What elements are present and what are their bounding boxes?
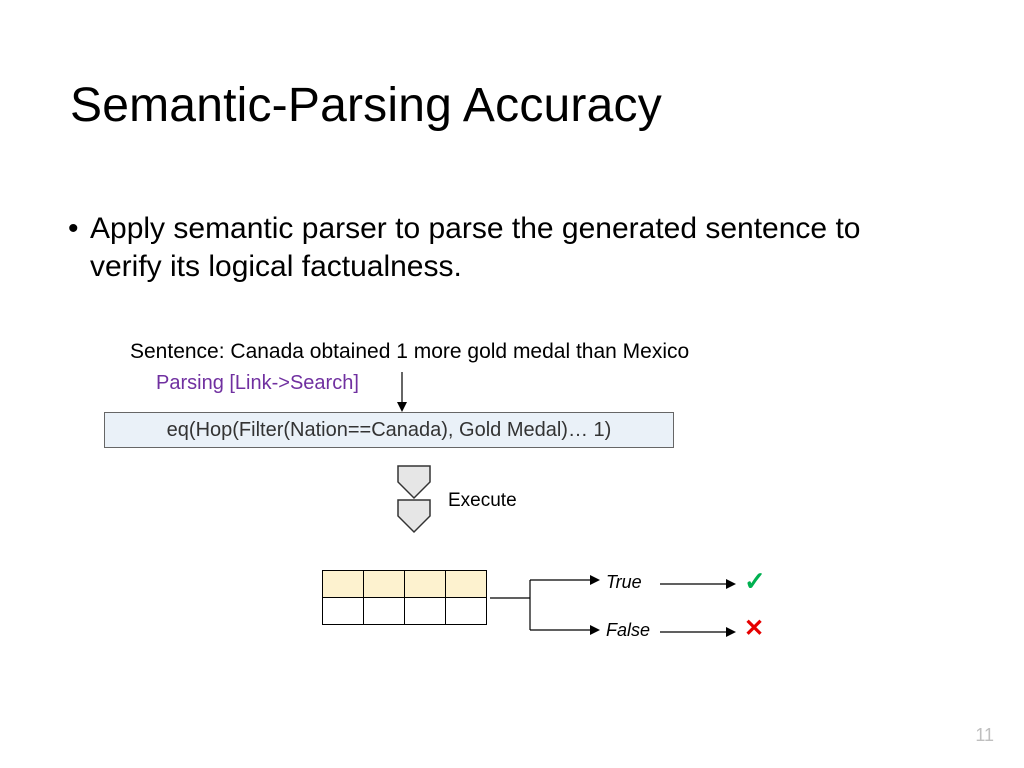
true-label: True bbox=[606, 572, 642, 593]
example-sentence: Sentence: Canada obtained 1 more gold me… bbox=[130, 340, 689, 364]
page-number: 11 bbox=[975, 725, 994, 746]
parsed-expression-box: eq(Hop(Filter(Nation==Canada), Gold Meda… bbox=[104, 412, 674, 448]
cross-icon: ✕ bbox=[744, 614, 764, 643]
bullet-dot: • bbox=[68, 210, 79, 248]
slide: Semantic-Parsing Accuracy • Apply semant… bbox=[0, 0, 1024, 768]
table-row bbox=[322, 597, 487, 625]
table-cell bbox=[445, 597, 487, 625]
table-cell bbox=[445, 570, 487, 598]
arrow-right-icon bbox=[660, 622, 740, 642]
branch-lines-icon bbox=[490, 562, 610, 652]
bullet-item: • Apply semantic parser to parse the gen… bbox=[90, 210, 910, 287]
result-table bbox=[322, 570, 487, 625]
table-row bbox=[322, 570, 487, 598]
bullet-text: Apply semantic parser to parse the gener… bbox=[90, 212, 860, 283]
execute-chevron-icon bbox=[392, 460, 436, 560]
slide-title: Semantic-Parsing Accuracy bbox=[70, 78, 662, 133]
arrow-right-icon bbox=[660, 574, 740, 594]
table-cell bbox=[404, 570, 446, 598]
check-icon: ✓ bbox=[744, 566, 766, 597]
down-arrow-icon bbox=[392, 370, 412, 414]
false-label: False bbox=[606, 620, 650, 641]
table-cell bbox=[404, 597, 446, 625]
table-cell bbox=[322, 570, 364, 598]
parsing-label: Parsing [Link->Search] bbox=[156, 372, 359, 395]
table-cell bbox=[363, 570, 405, 598]
execute-label: Execute bbox=[448, 490, 517, 512]
table-cell bbox=[363, 597, 405, 625]
table-cell bbox=[322, 597, 364, 625]
